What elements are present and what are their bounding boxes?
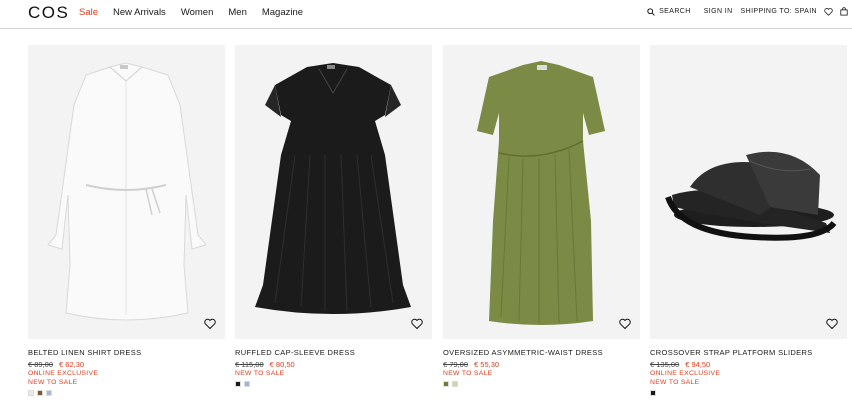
product-name[interactable]: CROSSOVER STRAP PLATFORM SLIDERS — [650, 348, 813, 357]
color-swatches — [650, 390, 656, 396]
sale-price: € 55,30 — [474, 360, 500, 369]
utility-nav: SEARCH SIGN IN SHIPPING TO: SPAIN — [647, 7, 848, 16]
product-price: € 79,00 € 55,30 — [443, 360, 499, 369]
product-name[interactable]: OVERSIZED ASYMMETRIC-WAIST DRESS — [443, 348, 603, 357]
original-price: € 79,00 — [443, 360, 469, 369]
search-button[interactable]: SEARCH — [647, 7, 691, 16]
original-price: € 115,00 — [235, 360, 264, 369]
shipping-country-selector[interactable]: SHIPPING TO: SPAIN — [741, 8, 817, 15]
product-price: € 89,00 € 62,30 — [28, 360, 84, 369]
shirt-dress-illustration — [47, 62, 207, 321]
product-image[interactable] — [650, 45, 847, 339]
heart-icon — [824, 7, 833, 16]
product-name[interactable]: BELTED LINEN SHIRT DRESS — [28, 348, 141, 357]
color-swatch[interactable] — [28, 390, 34, 396]
color-swatch[interactable] — [650, 390, 656, 396]
color-swatch[interactable] — [244, 381, 250, 387]
product-price: € 115,00 € 80,50 — [235, 360, 295, 369]
badge-new-to-sale: NEW TO SALE — [443, 370, 493, 377]
color-swatch[interactable] — [37, 390, 43, 396]
product-price: € 135,00 € 94,50 — [650, 360, 710, 369]
badge-online-exclusive: ONLINE EXCLUSIVE — [650, 370, 721, 377]
original-price: € 89,00 — [28, 360, 54, 369]
bag-icon — [840, 7, 848, 16]
wishlist-heart-icon[interactable] — [619, 318, 631, 330]
product-image[interactable] — [235, 45, 432, 339]
wishlist-heart-icon[interactable] — [204, 318, 216, 330]
nav-men[interactable]: Men — [228, 7, 246, 18]
color-swatch[interactable] — [235, 381, 241, 387]
color-swatch[interactable] — [46, 390, 52, 396]
black-dress-illustration — [255, 63, 411, 314]
wishlist-heart-icon[interactable] — [826, 318, 838, 330]
color-swatch[interactable] — [452, 381, 458, 387]
sliders-illustration — [665, 151, 837, 241]
sale-price: € 94,50 — [685, 360, 711, 369]
search-icon — [647, 7, 655, 16]
color-swatches — [28, 390, 52, 396]
nav-women[interactable]: Women — [181, 7, 214, 18]
product-name[interactable]: RUFFLED CAP-SLEEVE DRESS — [235, 348, 355, 357]
sale-price: € 62,30 — [59, 360, 85, 369]
color-swatch[interactable] — [443, 381, 449, 387]
product-image[interactable] — [28, 45, 225, 339]
wishlist-button[interactable] — [824, 7, 833, 16]
original-price: € 135,00 — [650, 360, 680, 369]
product-image[interactable] — [443, 45, 640, 339]
sale-price: € 80,50 — [269, 360, 295, 369]
cos-logo[interactable]: COS — [28, 3, 69, 23]
wishlist-heart-icon[interactable] — [411, 318, 423, 330]
color-swatches — [443, 381, 458, 387]
nav-new-arrivals[interactable]: New Arrivals — [113, 7, 166, 18]
site-header: COS Sale New Arrivals Women Men Magazine… — [0, 0, 852, 29]
bag-button[interactable] — [840, 7, 848, 16]
nav-magazine[interactable]: Magazine — [262, 7, 303, 18]
green-dress-illustration — [477, 61, 605, 325]
nav-sale[interactable]: Sale — [79, 7, 98, 18]
badge-new-to-sale: NEW TO SALE — [28, 379, 78, 386]
color-swatches — [235, 381, 250, 387]
main-nav: Sale New Arrivals Women Men Magazine — [79, 7, 303, 18]
sign-in-link[interactable]: SIGN IN — [704, 8, 733, 15]
badge-new-to-sale: NEW TO SALE — [650, 379, 700, 386]
badge-new-to-sale: NEW TO SALE — [235, 370, 285, 377]
search-label: SEARCH — [659, 8, 691, 15]
badge-online-exclusive: ONLINE EXCLUSIVE — [28, 370, 99, 377]
